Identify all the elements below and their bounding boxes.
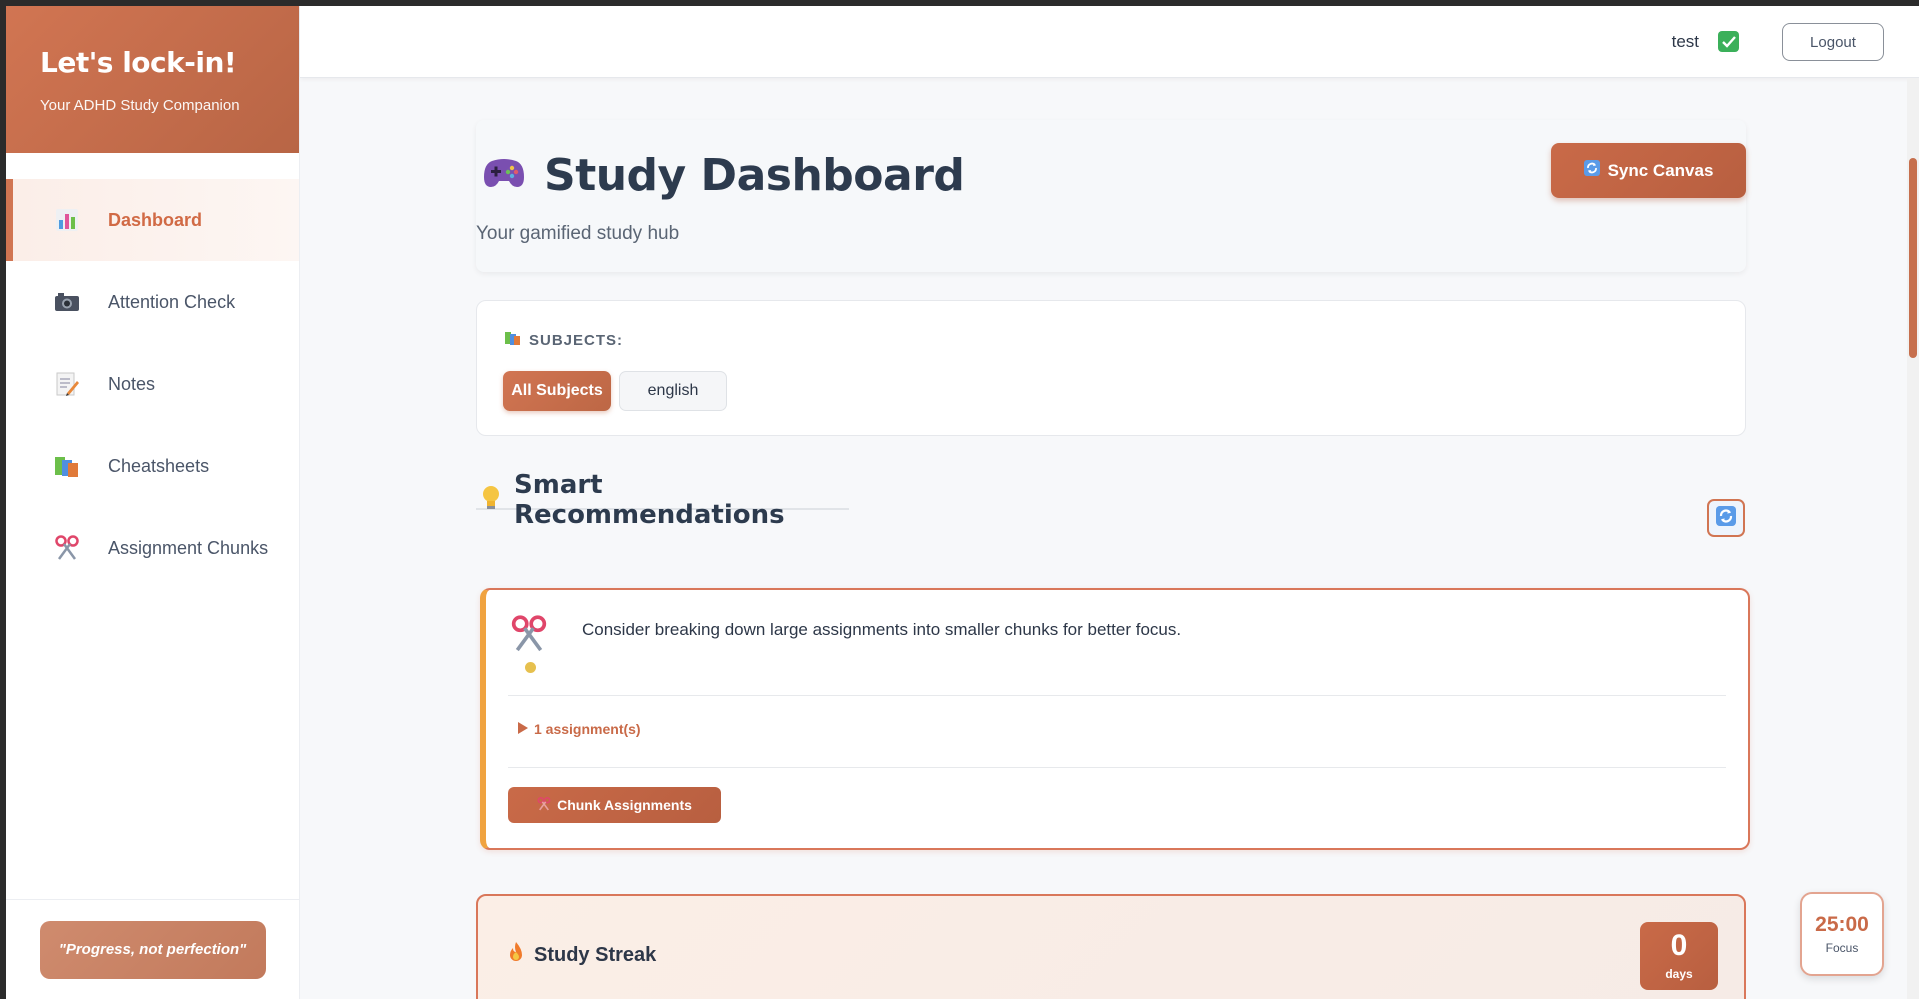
sidebar-item-label: Notes bbox=[108, 373, 156, 394]
username-label: test bbox=[1671, 32, 1699, 51]
page-title-row: Study Dashboard bbox=[482, 150, 965, 201]
subject-chip-all[interactable]: All Subjects bbox=[503, 371, 611, 411]
fire-icon bbox=[508, 942, 524, 968]
refresh-icon bbox=[1716, 505, 1736, 531]
sidebar-item-notes[interactable]: Notes bbox=[6, 343, 299, 425]
priority-dot-icon bbox=[525, 662, 536, 673]
divider bbox=[508, 767, 1726, 768]
books-icon bbox=[53, 452, 81, 480]
sidebar-item-dashboard[interactable]: Dashboard bbox=[6, 179, 299, 261]
sidebar-item-cheatsheets[interactable]: Cheatsheets bbox=[6, 425, 299, 507]
streak-unit: days bbox=[1665, 967, 1693, 981]
assignments-toggle-label: 1 assignment(s) bbox=[534, 721, 641, 737]
chunk-assignments-button[interactable]: Chunk Assignments bbox=[508, 787, 721, 823]
brand-subtitle: Your ADHD Study Companion bbox=[40, 97, 240, 114]
sync-canvas-button[interactable]: Sync Canvas bbox=[1551, 143, 1746, 198]
sidebar-item-label: Cheatsheets bbox=[108, 455, 210, 476]
motivational-quote: "Progress, not perfection" bbox=[39, 920, 266, 979]
chunk-assignments-label: Chunk Assignments bbox=[557, 797, 692, 813]
scissors-icon bbox=[510, 614, 548, 659]
brand-header: Let's lock-in! Your ADHD Study Companion bbox=[6, 6, 299, 153]
camera-icon bbox=[53, 288, 81, 316]
main-content: Study Dashboard Your gamified study hub … bbox=[300, 78, 1907, 999]
subject-chip-english[interactable]: english bbox=[619, 371, 727, 411]
focus-timer-label: Focus bbox=[1825, 941, 1859, 955]
page-title: Study Dashboard bbox=[544, 150, 965, 201]
dashboard-header: Study Dashboard Your gamified study hub … bbox=[476, 120, 1746, 272]
streak-title-row: Study Streak bbox=[508, 942, 656, 968]
refresh-recommendations-button[interactable] bbox=[1707, 499, 1745, 537]
game-controller-icon bbox=[482, 155, 526, 196]
focus-timer-time: 25:00 bbox=[1815, 913, 1869, 936]
refresh-icon bbox=[1583, 160, 1600, 181]
bar-chart-icon bbox=[53, 206, 81, 234]
sidebar-footer: "Progress, not perfection" bbox=[6, 899, 299, 999]
sidebar-item-label: Attention Check bbox=[108, 291, 236, 312]
recommendations-title-row: Smart Recommendations bbox=[476, 470, 849, 530]
top-bar: test Logout bbox=[300, 6, 1919, 78]
recommendations-title: Smart Recommendations bbox=[514, 470, 785, 530]
check-icon bbox=[1718, 31, 1739, 52]
sidebar-item-label: Assignment Chunks bbox=[108, 537, 269, 558]
triangle-right-icon bbox=[518, 721, 528, 737]
streak-count-badge: 0 days bbox=[1640, 922, 1718, 990]
page-subtitle: Your gamified study hub bbox=[476, 223, 680, 244]
subjects-label: SUBJECTS: bbox=[529, 331, 624, 349]
sidebar-item-label: Dashboard bbox=[108, 209, 203, 230]
memo-icon bbox=[53, 370, 81, 398]
scrollbar-thumb[interactable] bbox=[1909, 158, 1917, 358]
subjects-filter: SUBJECTS: All Subjects english bbox=[476, 300, 1746, 436]
streak-title: Study Streak bbox=[534, 943, 657, 966]
sidebar-nav: Dashboard Attention Check Notes Cheatshe… bbox=[6, 179, 299, 589]
sync-canvas-label: Sync Canvas bbox=[1607, 160, 1714, 180]
sidebar: Let's lock-in! Your ADHD Study Companion… bbox=[6, 6, 300, 999]
sidebar-item-assignment-chunks[interactable]: Assignment Chunks bbox=[6, 507, 299, 589]
scissors-icon bbox=[53, 534, 81, 562]
app-window: Let's lock-in! Your ADHD Study Companion… bbox=[6, 6, 1919, 999]
logout-button[interactable]: Logout bbox=[1782, 23, 1884, 61]
scissors-icon bbox=[537, 796, 551, 814]
subjects-label-row: SUBJECTS: bbox=[505, 331, 623, 349]
recommendation-text: Consider breaking down large assignments… bbox=[582, 620, 1182, 639]
lightbulb-icon bbox=[482, 485, 500, 516]
brand-title: Let's lock-in! bbox=[40, 46, 237, 79]
study-streak-card: Study Streak 0 days bbox=[476, 894, 1746, 999]
books-icon bbox=[505, 331, 521, 349]
assignments-toggle[interactable]: 1 assignment(s) bbox=[518, 721, 641, 737]
scrollbar-track[interactable] bbox=[1907, 78, 1919, 999]
streak-count: 0 bbox=[1670, 929, 1688, 962]
recommendations-header: Smart Recommendations bbox=[476, 470, 849, 530]
divider bbox=[508, 695, 1726, 696]
sidebar-item-attention-check[interactable]: Attention Check bbox=[6, 261, 299, 343]
recommendation-card: Consider breaking down large assignments… bbox=[480, 588, 1750, 850]
focus-timer-widget[interactable]: 25:00 Focus bbox=[1800, 892, 1884, 976]
